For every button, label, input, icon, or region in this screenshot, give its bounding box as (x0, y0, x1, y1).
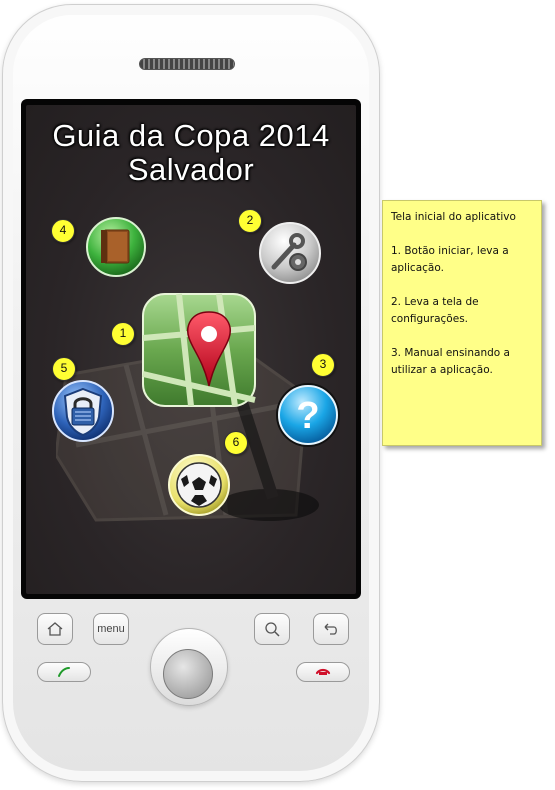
app-screen: Guia da Copa 2014 Salvador ? 4 2 1 5 3 6 (26, 105, 356, 594)
soccer-ball-icon (168, 454, 230, 516)
app-title-line2: Salvador (127, 152, 255, 187)
note-heading: Tela inicial do aplicativo (391, 211, 516, 223)
callout-marker-6: 6 (224, 431, 248, 455)
search-button[interactable] (254, 613, 290, 645)
note-item-3: 3. Manual ensinando a utilizar a aplicaç… (391, 347, 510, 376)
football-button[interactable] (167, 453, 231, 517)
callout-marker-5: 5 (52, 357, 76, 381)
back-button[interactable] (313, 613, 349, 645)
call-button[interactable] (37, 662, 91, 682)
callout-marker-2: 2 (238, 209, 262, 233)
map-pin-icon (142, 293, 256, 407)
question-mark-icon: ? (276, 383, 340, 447)
settings-button[interactable] (258, 221, 322, 285)
callout-marker-1: 1 (111, 322, 135, 346)
app-title-line1: Guia da Copa 2014 (52, 118, 330, 153)
start-button[interactable] (139, 290, 259, 410)
home-button[interactable] (37, 613, 73, 645)
trackball[interactable] (163, 649, 213, 699)
callout-marker-4: 4 (51, 219, 75, 243)
padlock-shield-icon (52, 380, 114, 442)
annotation-note: Tela inicial do aplicativo 1. Botão inic… (382, 200, 542, 446)
phone-red-icon (315, 668, 331, 675)
svg-text:?: ? (296, 395, 319, 437)
speaker-grille (139, 58, 235, 70)
tools-gear-icon (259, 222, 321, 284)
callout-marker-3: 3 (311, 353, 335, 377)
note-item-1: 1. Botão iniciar, leva a aplicação. (391, 245, 509, 274)
book-icon (86, 217, 146, 277)
manual-button[interactable] (85, 216, 147, 278)
menu-button[interactable]: menu (93, 613, 129, 645)
help-button[interactable]: ? (274, 381, 342, 449)
note-item-2: 2. Leva a tela de configurações. (391, 296, 479, 325)
security-button[interactable] (51, 379, 115, 443)
end-call-button[interactable] (296, 662, 350, 682)
back-arrow-icon (324, 623, 337, 635)
app-title: Guia da Copa 2014 Salvador (26, 119, 356, 187)
home-icon (47, 622, 63, 636)
phone-green-icon (58, 667, 70, 677)
search-icon (265, 622, 280, 637)
